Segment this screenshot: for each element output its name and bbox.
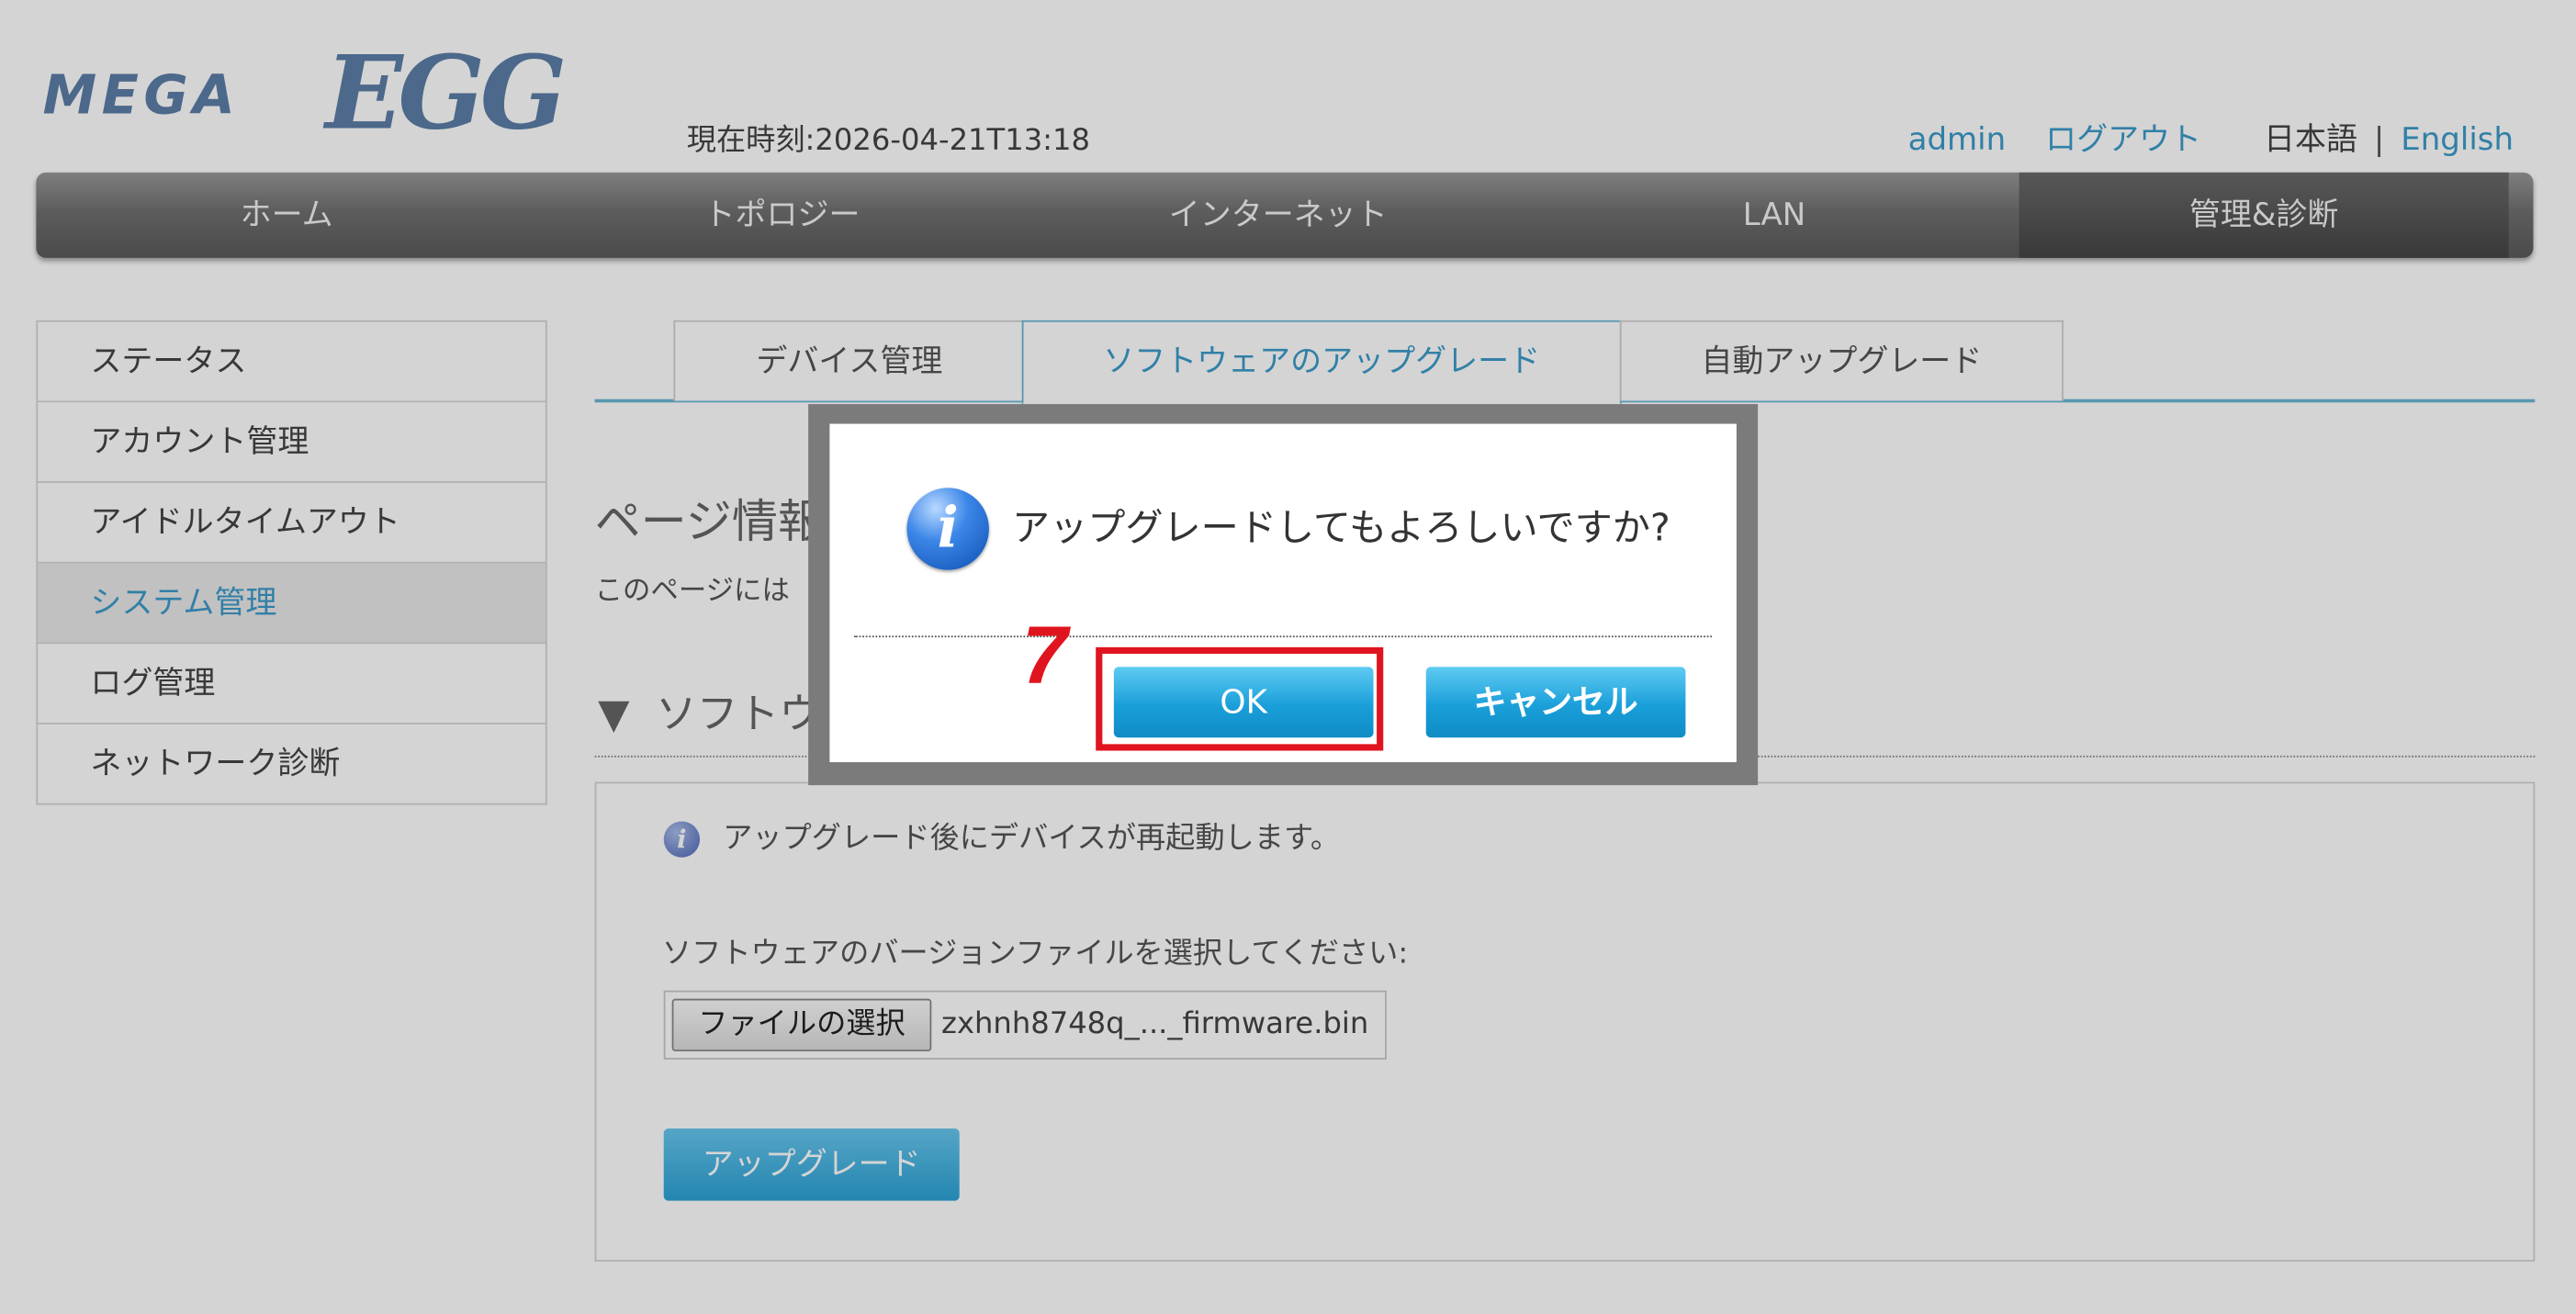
dialog-divider	[854, 635, 1713, 638]
highlight-box	[1096, 646, 1384, 751]
step-number: 7	[1021, 609, 1068, 702]
info-icon: i	[906, 488, 989, 570]
cancel-button[interactable]: キャンセル	[1425, 667, 1686, 738]
dialog-message: アップグレードしてもよろしいですか?	[1011, 507, 1670, 551]
